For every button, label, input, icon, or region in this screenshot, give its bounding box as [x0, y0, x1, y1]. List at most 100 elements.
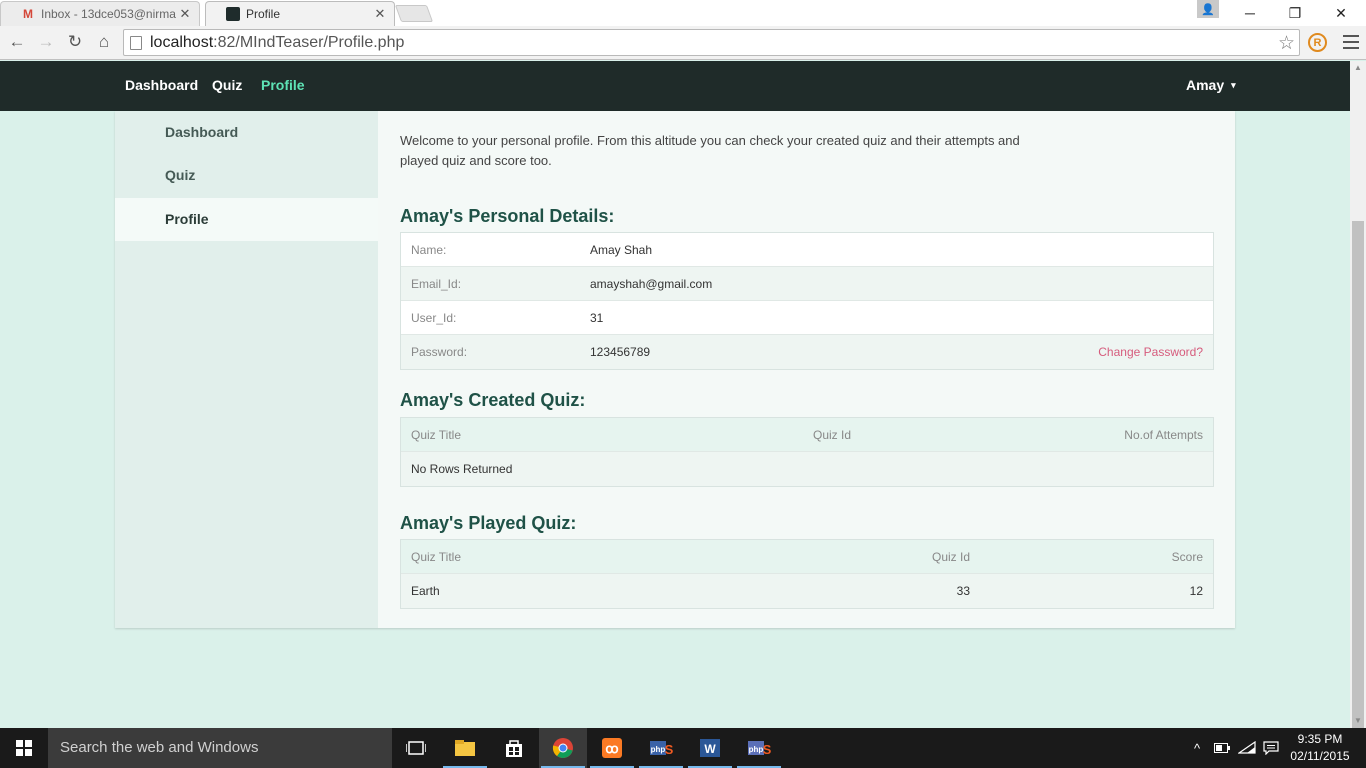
- quiz-id-cell: 33: [956, 584, 970, 598]
- task-view-icon[interactable]: [392, 728, 440, 768]
- table-row: Earth 33 12: [401, 574, 1213, 608]
- scroll-up-icon[interactable]: ▲: [1350, 61, 1366, 75]
- sidebar-item-profile[interactable]: Profile: [115, 198, 378, 241]
- url-path: :82/MIndTeaser/Profile.php: [213, 33, 405, 51]
- table-row: Email_Id: amayshah@gmail.com: [401, 267, 1213, 301]
- windows-taskbar: Search the web and Windows ꝏ php S W php S…: [0, 728, 1366, 768]
- menu-icon[interactable]: [1343, 33, 1359, 51]
- extension-icon[interactable]: R: [1308, 33, 1327, 52]
- main-content: Welcome to your personal profile. From t…: [378, 111, 1235, 628]
- row-label: Password:: [411, 345, 468, 359]
- column-header-attempts: No.of Attempts: [1124, 428, 1203, 442]
- clock-date: 02/11/2015: [1290, 749, 1350, 763]
- window-close-button[interactable]: ✕: [1318, 0, 1364, 26]
- score-cell: 12: [1189, 584, 1203, 598]
- played-quiz-table: Quiz Title Quiz Id Score Earth 33 12: [400, 539, 1214, 609]
- personal-details-title: Amay's Personal Details:: [400, 206, 615, 226]
- personal-details-table: Name: Amay Shah Email_Id: amayshah@gmail…: [400, 232, 1214, 370]
- file-explorer-icon[interactable]: [441, 728, 489, 768]
- taskbar-clock[interactable]: 9:35 PM 02/11/2015: [1287, 731, 1353, 765]
- bookmark-star-icon[interactable]: ☆: [1278, 32, 1295, 55]
- restore-button[interactable]: ❐: [1272, 0, 1318, 26]
- gmail-icon: M: [23, 7, 33, 21]
- user-menu[interactable]: Amay ▾: [1186, 77, 1236, 93]
- close-icon[interactable]: ✕: [179, 6, 191, 22]
- row-value: 31: [590, 311, 604, 325]
- row-value: 123456789: [590, 345, 651, 359]
- chrome-icon[interactable]: [539, 728, 587, 768]
- column-header-quiz-title: Quiz Title: [411, 550, 462, 564]
- table-header: Quiz Title Quiz Id Score: [401, 540, 1213, 574]
- browser-toolbar: ← → ↻ ⌂ localhost:82/MIndTeaser/Profile.…: [0, 26, 1366, 60]
- column-header-quiz-title: Quiz Title: [411, 428, 462, 442]
- nav-quiz[interactable]: Quiz: [212, 77, 242, 93]
- address-bar[interactable]: localhost:82/MIndTeaser/Profile.php ☆: [123, 29, 1300, 56]
- new-tab-button[interactable]: [394, 5, 434, 22]
- created-quiz-title: Amay's Created Quiz:: [400, 390, 586, 410]
- notifications-icon[interactable]: [1260, 728, 1282, 768]
- browser-profile-icon[interactable]: 👤: [1197, 0, 1219, 18]
- svg-text:S: S: [665, 742, 673, 757]
- back-icon[interactable]: ←: [6, 31, 28, 53]
- tab-inbox[interactable]: M Inbox - 13dce053@nirma ✕: [0, 1, 200, 26]
- empty-message: No Rows Returned: [411, 462, 513, 476]
- tab-title: Inbox - 13dce053@nirma: [41, 7, 176, 21]
- row-value: Amay Shah: [590, 243, 653, 257]
- top-navbar: Dashboard Quiz Profile Amay ▾: [0, 61, 1350, 111]
- column-header-quiz-id: Quiz Id: [813, 428, 852, 442]
- nav-profile[interactable]: Profile: [261, 77, 305, 93]
- web-page: Dashboard Quiz Profile Amay ▾ Dashboard Q…: [0, 61, 1350, 728]
- table-row: Password: 123456789 Change Password?: [401, 335, 1213, 369]
- table-row: User_Id: 31: [401, 301, 1213, 335]
- quiz-title-cell: Earth: [411, 584, 440, 598]
- scroll-down-icon[interactable]: ▼: [1350, 714, 1366, 728]
- xampp-icon[interactable]: ꝏ: [588, 728, 636, 768]
- profile-panel: Dashboard Quiz Profile Welcome to your p…: [115, 111, 1235, 628]
- tab-title: Profile: [246, 7, 281, 21]
- table-row: Name: Amay Shah: [401, 233, 1213, 267]
- played-quiz-title: Amay's Played Quiz:: [400, 513, 577, 533]
- row-value: amayshah@gmail.com: [590, 277, 713, 291]
- nav-dashboard[interactable]: Dashboard: [125, 77, 198, 93]
- column-header-score: Score: [1171, 550, 1203, 564]
- table-header: Quiz Title Quiz Id No.of Attempts: [401, 418, 1213, 452]
- svg-text:S: S: [763, 742, 771, 757]
- reload-icon[interactable]: ↻: [64, 31, 86, 53]
- wifi-icon[interactable]: [1236, 728, 1258, 768]
- sidebar: Dashboard Quiz Profile: [115, 111, 378, 628]
- windows-icon: [16, 740, 32, 756]
- php-storm-icon[interactable]: php S: [637, 728, 685, 768]
- forward-icon[interactable]: →: [35, 31, 57, 53]
- column-header-quiz-id: Quiz Id: [931, 550, 970, 564]
- chevron-up-icon[interactable]: ^: [1188, 728, 1206, 768]
- tab-profile[interactable]: Profile ✕: [205, 1, 395, 26]
- word-icon[interactable]: W: [686, 728, 734, 768]
- svg-text:php: php: [749, 745, 764, 754]
- clock-time: 9:35 PM: [1297, 732, 1343, 746]
- intro-text: Welcome to your personal profile. From t…: [400, 133, 1020, 168]
- change-password-link[interactable]: Change Password?: [1098, 335, 1203, 369]
- row-label: Name:: [411, 243, 447, 257]
- caret-down-icon: ▾: [1231, 80, 1236, 90]
- store-icon[interactable]: [490, 728, 538, 768]
- svg-text:ꝏ: ꝏ: [605, 741, 618, 756]
- row-label: Email_Id:: [411, 277, 462, 291]
- start-button[interactable]: [0, 728, 48, 768]
- sidebar-item-dashboard[interactable]: Dashboard: [115, 111, 378, 154]
- close-icon[interactable]: ✕: [374, 6, 386, 22]
- site-icon: [226, 7, 240, 21]
- minimize-button[interactable]: ─: [1227, 0, 1273, 26]
- scroll-thumb[interactable]: [1352, 221, 1364, 768]
- user-name: Amay: [1186, 77, 1225, 93]
- battery-icon[interactable]: [1212, 728, 1232, 768]
- home-icon[interactable]: ⌂: [93, 31, 115, 53]
- svg-text:W: W: [704, 742, 716, 756]
- page-icon: [130, 35, 142, 50]
- php-designer-icon[interactable]: php S: [735, 728, 783, 768]
- taskbar-search-input[interactable]: Search the web and Windows: [48, 728, 392, 768]
- url-host: localhost: [150, 33, 214, 51]
- row-label: User_Id:: [411, 311, 457, 325]
- page-scrollbar[interactable]: ▲ ▼: [1350, 61, 1366, 768]
- sidebar-item-quiz[interactable]: Quiz: [115, 154, 378, 197]
- created-quiz-table: Quiz Title Quiz Id No.of Attempts No Row…: [400, 417, 1214, 487]
